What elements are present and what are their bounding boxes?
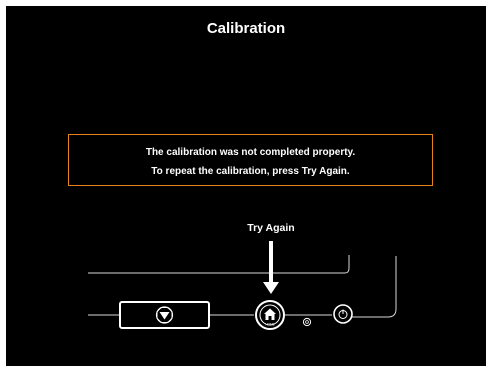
down-arrow-icon [263, 241, 279, 294]
home-label: HOME [265, 323, 275, 327]
home-button[interactable]: HOME [255, 300, 285, 330]
copyright-icon [302, 317, 312, 327]
power-button[interactable] [333, 304, 353, 324]
device-screen: Calibration The calibration was not comp… [6, 6, 486, 366]
control-panel: HOME [88, 241, 397, 330]
stop-button[interactable] [119, 301, 210, 329]
